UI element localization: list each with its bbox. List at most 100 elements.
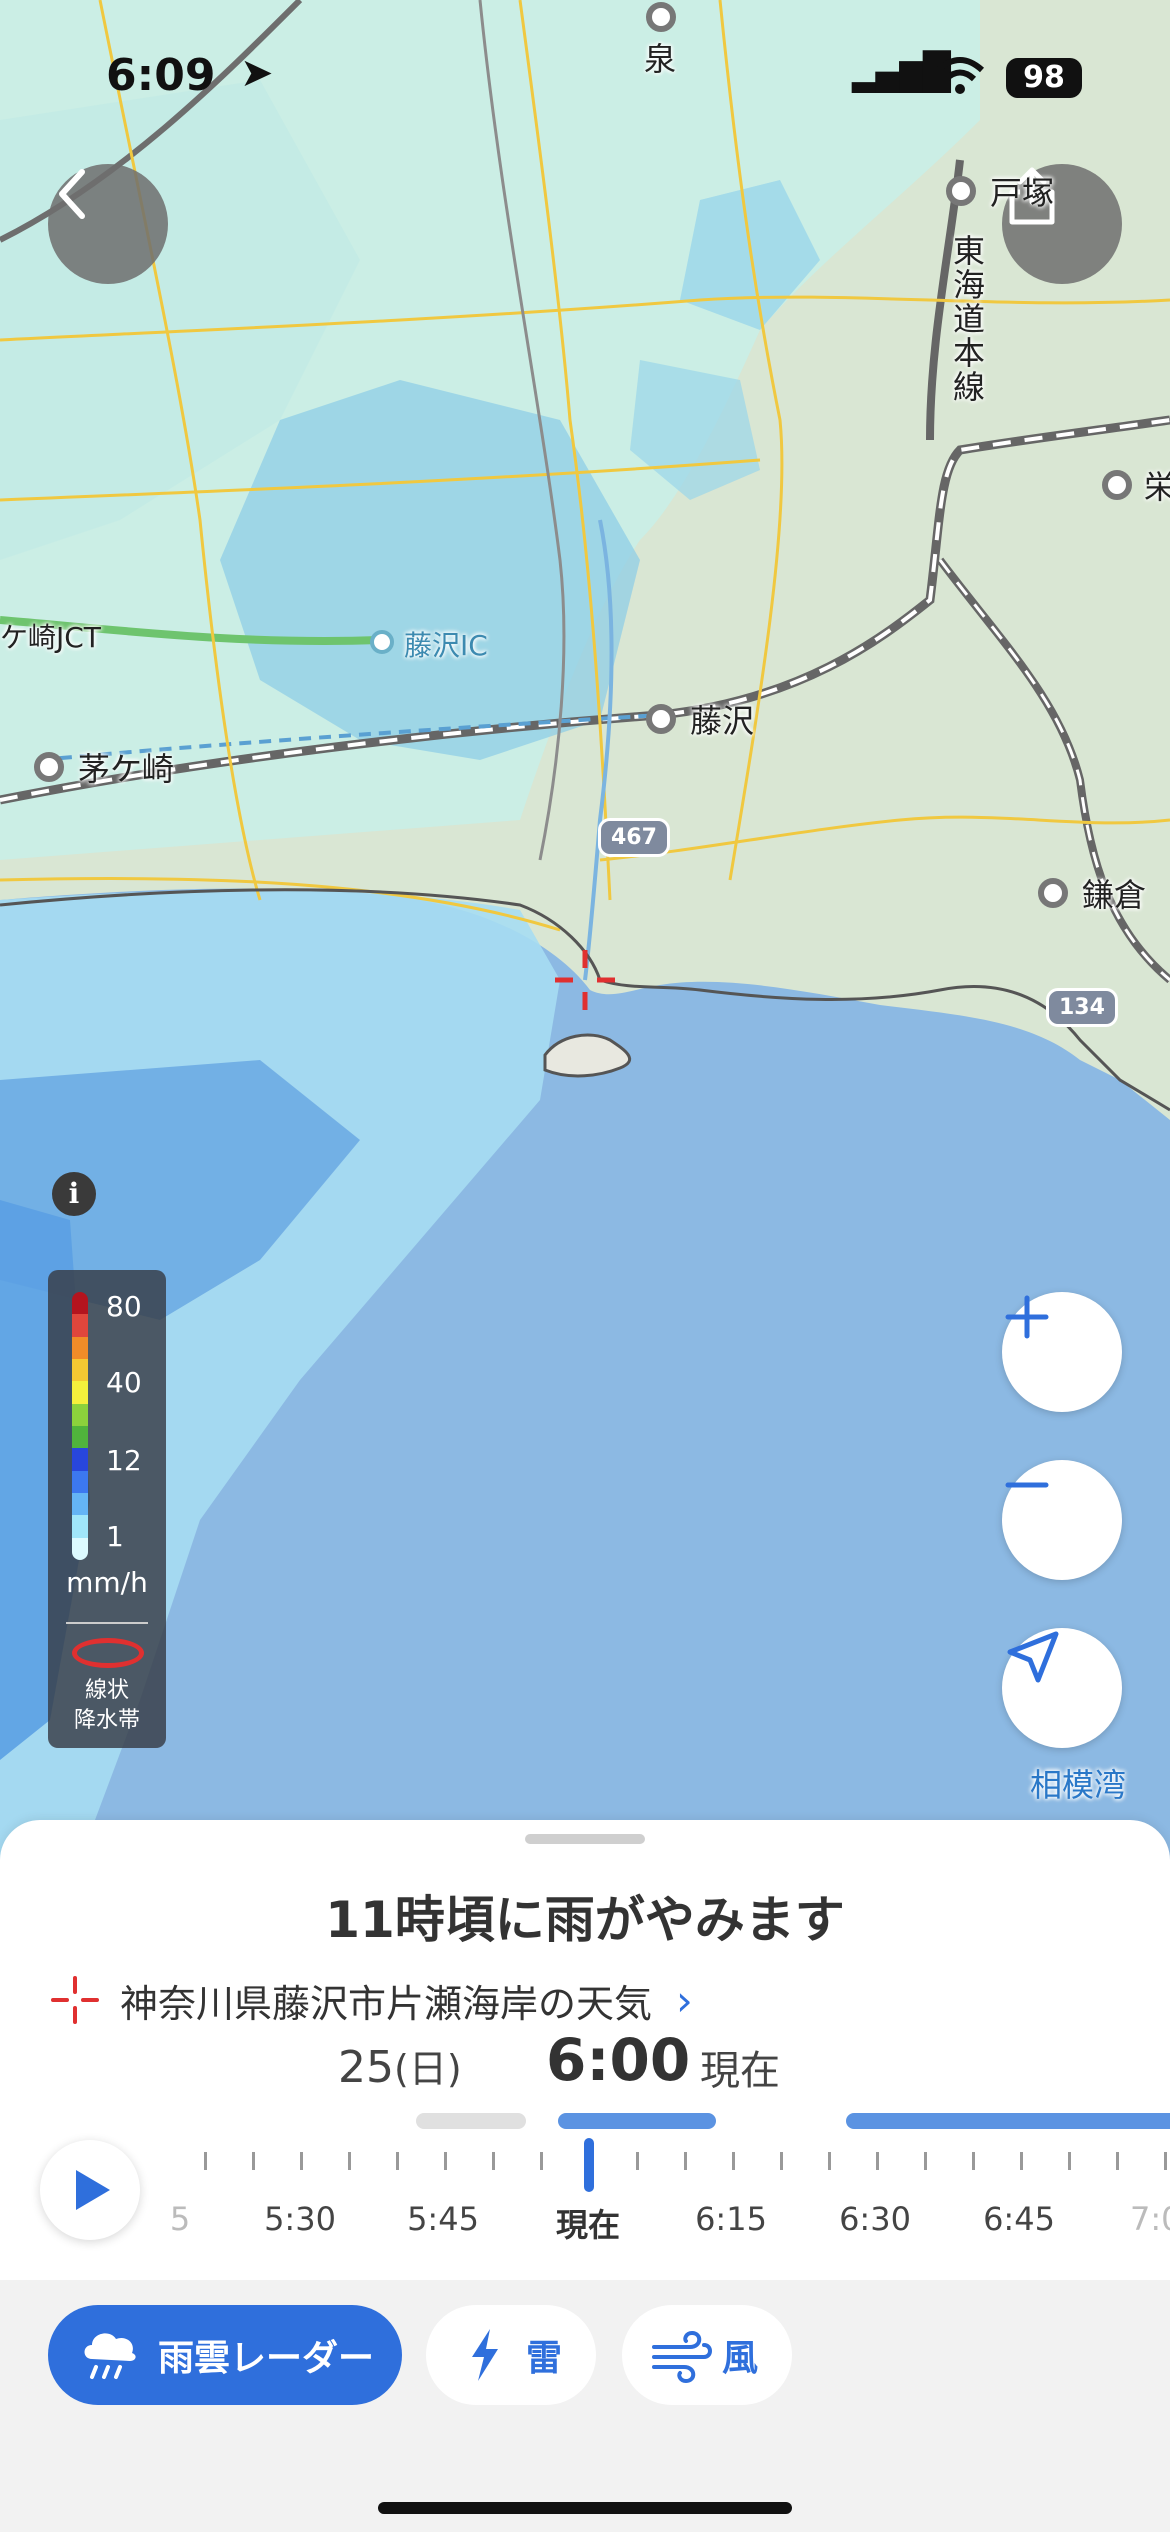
legend-unit: mm/h bbox=[66, 1566, 148, 1599]
rain-bar bbox=[846, 2113, 1170, 2129]
timeline-tick bbox=[540, 2152, 543, 2170]
thunder-tab-label: 雷 bbox=[526, 2338, 563, 2379]
timeline-tick bbox=[828, 2152, 831, 2170]
timeline-cursor[interactable] bbox=[584, 2138, 594, 2192]
legend-color-step bbox=[72, 1515, 88, 1538]
timeline-tick bbox=[684, 2152, 687, 2170]
station-marker bbox=[946, 176, 976, 206]
label-tokaido-line: 東海道本線 bbox=[948, 234, 986, 404]
sheet-grabber[interactable] bbox=[525, 1834, 645, 1844]
label-chigasaki-jct: ケ崎JCT bbox=[0, 621, 101, 654]
back-button[interactable] bbox=[48, 164, 168, 284]
wind-tab-label: 風 bbox=[722, 2338, 759, 2379]
linear-rainband-label: 線状 降水帯 bbox=[73, 1678, 140, 1733]
legend-color-step bbox=[72, 1381, 88, 1404]
station-marker bbox=[1038, 878, 1068, 908]
rain-cloud-icon bbox=[84, 2333, 136, 2379]
location-weather-link[interactable]: 神奈川県藤沢市片瀬海岸の天気 › bbox=[50, 1970, 693, 2030]
layer-toolbar: 雨雲レーダー 雷 風 bbox=[0, 2280, 1170, 2532]
timeline-tick bbox=[1068, 2152, 1071, 2170]
timeline-tick bbox=[1020, 2152, 1023, 2170]
station-marker bbox=[646, 704, 676, 734]
timeline-tick bbox=[300, 2152, 303, 2170]
play-icon bbox=[76, 2170, 110, 2210]
home-indicator bbox=[378, 2502, 792, 2514]
legend-value: 12 bbox=[106, 1444, 142, 1477]
legend-value: 1 bbox=[106, 1520, 124, 1553]
map-canvas bbox=[0, 0, 1170, 1860]
legend-color-step bbox=[72, 1537, 88, 1560]
date-day: 25(日) bbox=[338, 2042, 462, 2093]
chevron-right-icon: › bbox=[676, 1975, 693, 2025]
label-kamakura: 鎌倉 bbox=[1082, 876, 1147, 914]
timeline-label-edge: 5 bbox=[169, 2200, 191, 2238]
timeline-label[interactable]: 5:30 bbox=[240, 2200, 360, 2238]
label-sagami-bay: 相模湾 bbox=[1030, 1766, 1127, 1804]
wind-tab[interactable]: 風 bbox=[622, 2305, 792, 2405]
ic-marker bbox=[370, 630, 394, 654]
station-marker bbox=[1102, 470, 1132, 500]
rain-radar-map[interactable]: 6:09 ➤ ▂▄▆█ 98 泉 戸塚 東海道本線 栄 ケ崎JCT 藤沢IC 藤… bbox=[0, 0, 1170, 1860]
legend-color-step bbox=[72, 1425, 88, 1449]
rain-radar-tab-label: 雨雲レーダー bbox=[158, 2338, 375, 2379]
selected-time: 6:00 bbox=[546, 2026, 691, 2094]
timeline-label[interactable]: 6:15 bbox=[671, 2200, 791, 2238]
timeline-label[interactable]: 6:45 bbox=[959, 2200, 1079, 2238]
legend-divider bbox=[66, 1622, 148, 1624]
wifi-icon bbox=[935, 57, 985, 94]
status-time: 6:09 bbox=[106, 50, 216, 101]
station-marker bbox=[646, 2, 676, 32]
legend-value: 80 bbox=[106, 1290, 142, 1323]
timeline-tick bbox=[252, 2152, 255, 2170]
now-indicator-label: 現在 bbox=[700, 2048, 780, 2094]
lightning-icon bbox=[472, 2329, 498, 2381]
legend-color-step bbox=[72, 1470, 88, 1493]
minus-icon bbox=[1005, 1482, 1049, 1488]
legend-value: 40 bbox=[106, 1366, 142, 1399]
label-chigasaki: 茅ケ崎 bbox=[78, 750, 175, 788]
timeline-tick bbox=[636, 2152, 639, 2170]
timeline-tick bbox=[1116, 2152, 1119, 2170]
back-icon bbox=[59, 169, 85, 219]
no-rain-bar bbox=[416, 2113, 526, 2129]
timeline-label[interactable]: 6:30 bbox=[815, 2200, 935, 2238]
rain-bar bbox=[558, 2113, 716, 2129]
location-crosshair-icon bbox=[51, 1976, 99, 2024]
current-location-button[interactable] bbox=[1002, 1628, 1122, 1748]
rain-forecast-headline: 11時頃に雨がやみます bbox=[325, 1891, 845, 1949]
battery-indicator: 98 bbox=[1006, 58, 1082, 98]
navigation-arrow-icon bbox=[1007, 1631, 1059, 1683]
wind-icon bbox=[652, 2330, 712, 2384]
legend-color-scale bbox=[72, 1292, 88, 1560]
timeline-label-now[interactable]: 現在 bbox=[528, 2200, 648, 2246]
thunder-tab[interactable]: 雷 bbox=[426, 2305, 596, 2405]
rain-radar-tab[interactable]: 雨雲レーダー bbox=[48, 2305, 402, 2405]
route-shield-134: 134 bbox=[1046, 988, 1118, 1027]
location-services-icon: ➤ bbox=[240, 50, 274, 96]
zoom-out-button[interactable] bbox=[1002, 1460, 1122, 1580]
label-izumi: 泉 bbox=[644, 40, 677, 78]
timeline-tick bbox=[396, 2152, 399, 2170]
zoom-in-button[interactable] bbox=[1002, 1292, 1122, 1412]
timeline-tick bbox=[348, 2152, 351, 2170]
legend-color-step bbox=[72, 1292, 88, 1315]
timeline-tick bbox=[204, 2152, 207, 2170]
plus-icon bbox=[1005, 1295, 1049, 1339]
play-button[interactable] bbox=[40, 2140, 140, 2240]
cellular-signal-icon: ▂▄▆█ bbox=[852, 52, 951, 93]
legend-color-step bbox=[72, 1448, 88, 1471]
info-button[interactable]: i bbox=[52, 1172, 96, 1216]
timeline-label-edge: 7:0 bbox=[1130, 2200, 1170, 2238]
timeline-tick bbox=[876, 2152, 879, 2170]
legend-color-step bbox=[72, 1403, 88, 1426]
legend-color-step bbox=[72, 1492, 88, 1516]
timeline-label[interactable]: 5:45 bbox=[383, 2200, 503, 2238]
precipitation-legend: 80 40 12 1 mm/h 線状 降水帯 bbox=[48, 1270, 166, 1748]
legend-color-step bbox=[72, 1336, 88, 1359]
legend-color-step bbox=[72, 1358, 88, 1382]
timeline-tick bbox=[780, 2152, 783, 2170]
label-fujisawa-ic: 藤沢IC bbox=[404, 629, 488, 662]
label-fujisawa: 藤沢 bbox=[690, 702, 755, 740]
timeline-tick bbox=[924, 2152, 927, 2170]
label-totsuka: 戸塚 bbox=[990, 174, 1055, 212]
